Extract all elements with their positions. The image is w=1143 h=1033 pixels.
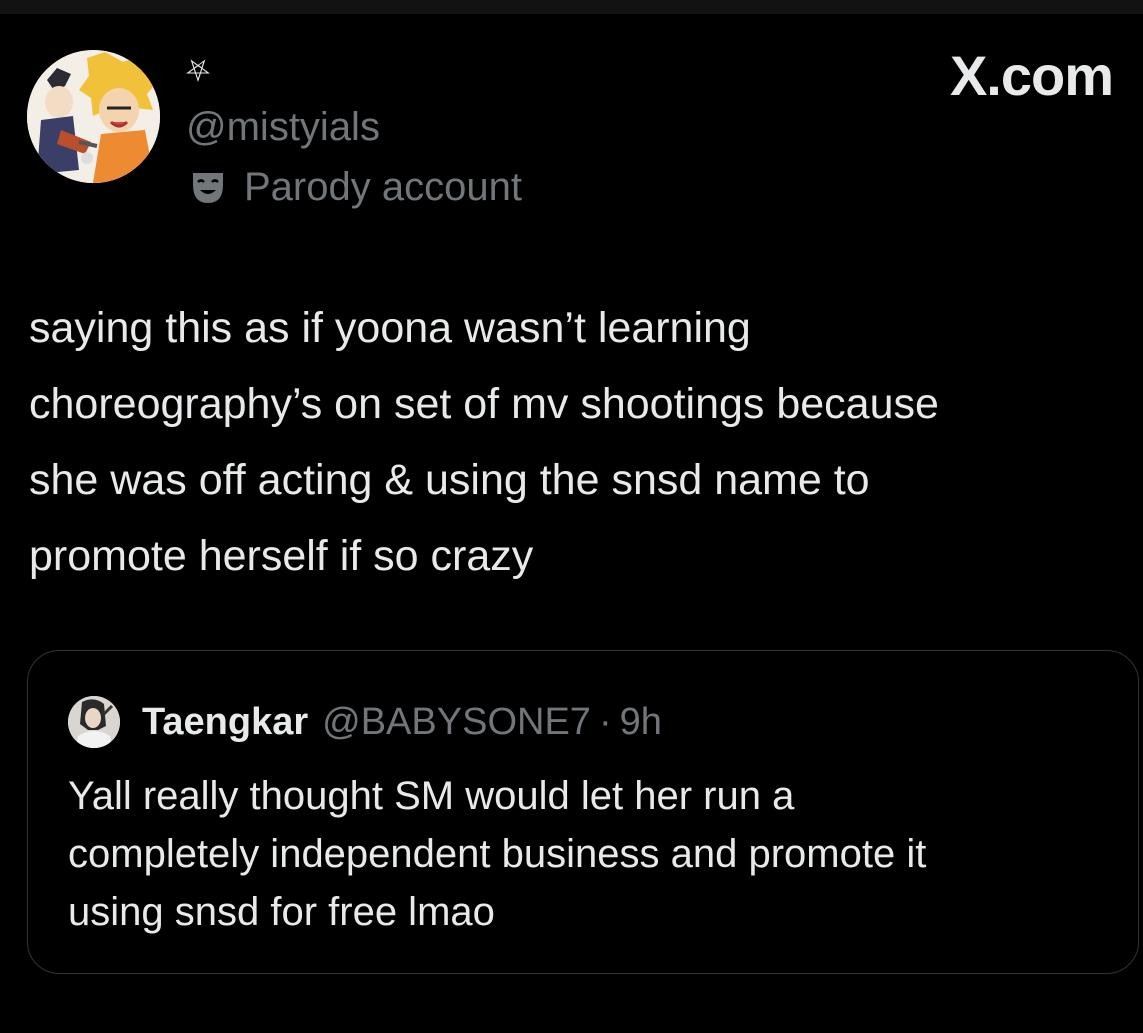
quoted-author-avatar[interactable] — [68, 696, 120, 748]
theater-mask-icon — [190, 169, 226, 205]
quoted-author-handle[interactable]: @BABYSONE7 — [322, 701, 591, 744]
x-logo: X.com — [949, 44, 1114, 107]
tweet-line: she was off acting & using the snsd name… — [29, 456, 870, 504]
tweet-line: saying this as if yoona wasn’t learning — [29, 304, 751, 352]
parody-account-label: Parody account — [190, 164, 522, 210]
quoted-author-name[interactable]: Taengkar — [142, 701, 308, 744]
quoted-tweet-line: completely independent business and prom… — [68, 832, 927, 876]
tweet-text: saying this as if yoona wasn’t learning … — [29, 290, 1129, 594]
quoted-tweet-line: using snsd for free lmao — [68, 890, 495, 934]
meta-separator: · — [598, 700, 612, 743]
tweet-line: choreography’s on set of mv shootings be… — [29, 380, 939, 428]
parody-account-text: Parody account — [244, 165, 522, 209]
quoted-tweet-card[interactable]: Taengkar @BABYSONE7 · 9h Yall really tho… — [27, 650, 1139, 974]
top-bar — [0, 0, 1143, 14]
tweet-line: promote herself if so crazy — [29, 532, 534, 580]
author-avatar[interactable] — [27, 50, 160, 183]
quoted-tweet-text: Yall really thought SM would let her run… — [68, 767, 1128, 941]
quoted-timestamp[interactable]: 9h — [620, 701, 662, 744]
quoted-tweet-line: Yall really thought SM would let her run… — [68, 774, 795, 818]
author-display-name[interactable]: ⛧ — [186, 52, 210, 92]
author-handle[interactable]: @mistyials — [186, 104, 380, 150]
quoted-tweet-header: Taengkar @BABYSONE7 · 9h — [68, 695, 662, 749]
